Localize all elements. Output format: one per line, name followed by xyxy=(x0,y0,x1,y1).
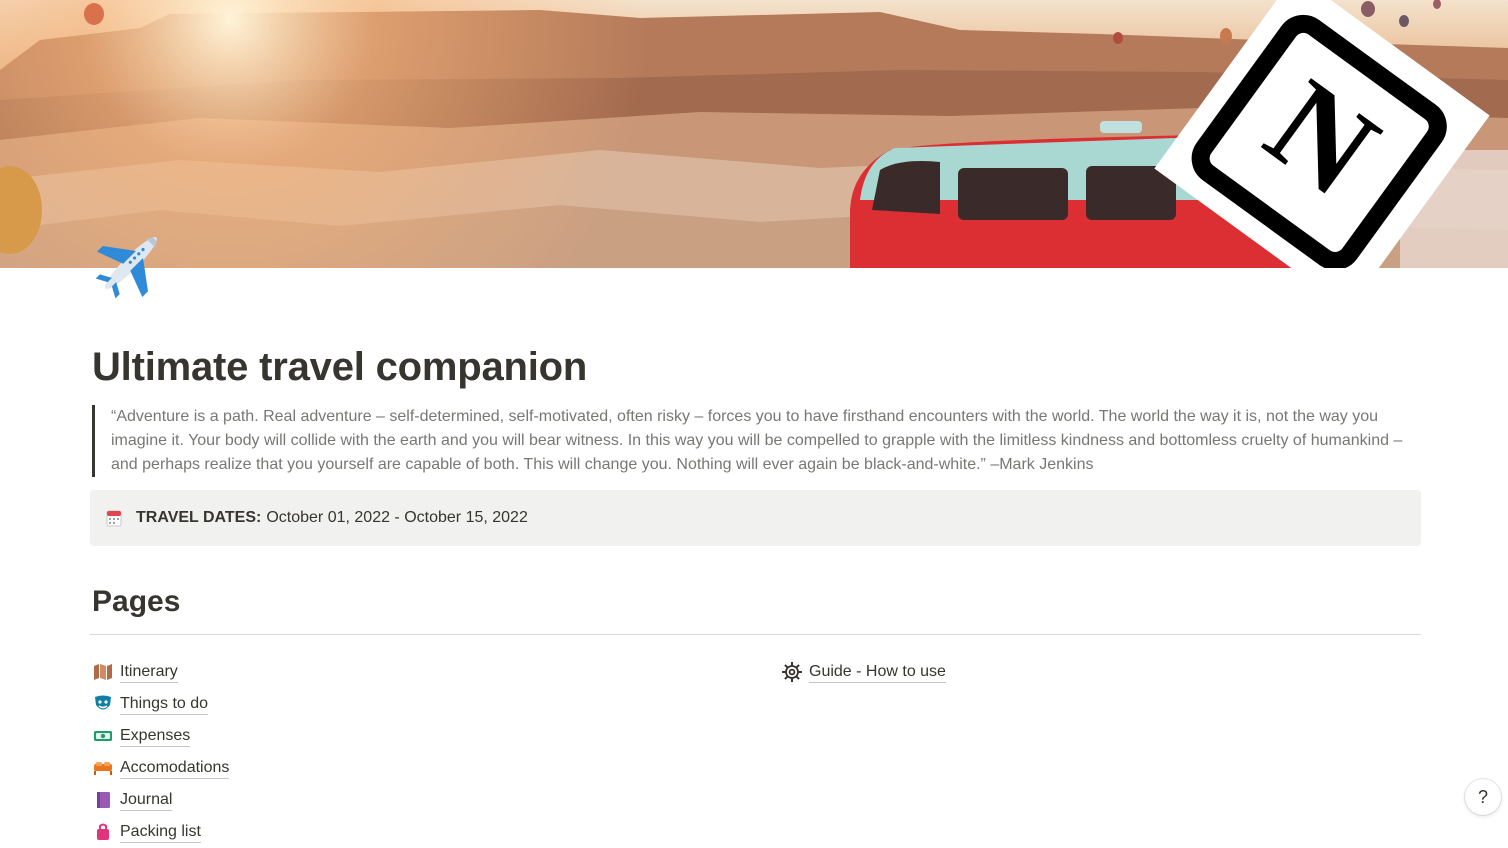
travel-dates-label: TRAVEL DATES: xyxy=(136,509,262,526)
page-link-label: Guide - How to use xyxy=(809,662,946,683)
page-link-label: Journal xyxy=(120,790,173,811)
bed-icon xyxy=(92,757,114,779)
masks-icon xyxy=(92,693,114,715)
travel-dates-value: October 01, 2022 - October 15, 2022 xyxy=(266,509,528,526)
pages-column-right: Guide - How to use xyxy=(781,656,946,688)
calendar-icon xyxy=(106,509,122,527)
page-link-things-to-do[interactable]: Things to do xyxy=(92,688,229,720)
quote-block[interactable]: “Adventure is a path. Real adventure – s… xyxy=(92,405,1431,477)
divider xyxy=(90,634,1421,635)
help-button[interactable]: ? xyxy=(1465,779,1501,815)
page-link-expenses[interactable]: Expenses xyxy=(92,720,229,752)
book-icon xyxy=(92,789,114,811)
page-link-label: Expenses xyxy=(120,726,191,747)
money-icon xyxy=(92,725,114,747)
bag-icon xyxy=(92,821,114,843)
pages-column-left: Itinerary Things to do Expenses Accomoda… xyxy=(92,656,230,848)
gear-icon xyxy=(781,661,803,683)
page-link-accomodations[interactable]: Accomodations xyxy=(92,752,230,784)
cover-image: N xyxy=(0,0,1508,268)
cover-landscape: N xyxy=(0,0,1508,268)
page-link-journal[interactable]: Journal xyxy=(92,784,229,816)
page-link-itinerary[interactable]: Itinerary xyxy=(92,656,229,688)
page-link-label: Itinerary xyxy=(120,662,178,683)
page-title[interactable]: Ultimate travel companion xyxy=(92,340,587,394)
travel-dates-callout[interactable]: TRAVEL DATES: October 01, 2022 - October… xyxy=(90,490,1421,546)
page-link-packing-list[interactable]: Packing list xyxy=(92,816,229,848)
pages-heading[interactable]: Pages xyxy=(92,583,180,621)
page-link-label: Packing list xyxy=(120,822,201,843)
page-link-label: Things to do xyxy=(120,694,209,715)
airplane-icon[interactable] xyxy=(90,222,172,304)
page-link-guide[interactable]: Guide - How to use xyxy=(781,656,946,688)
page-link-label: Accomodations xyxy=(120,758,230,779)
map-icon xyxy=(92,661,114,683)
